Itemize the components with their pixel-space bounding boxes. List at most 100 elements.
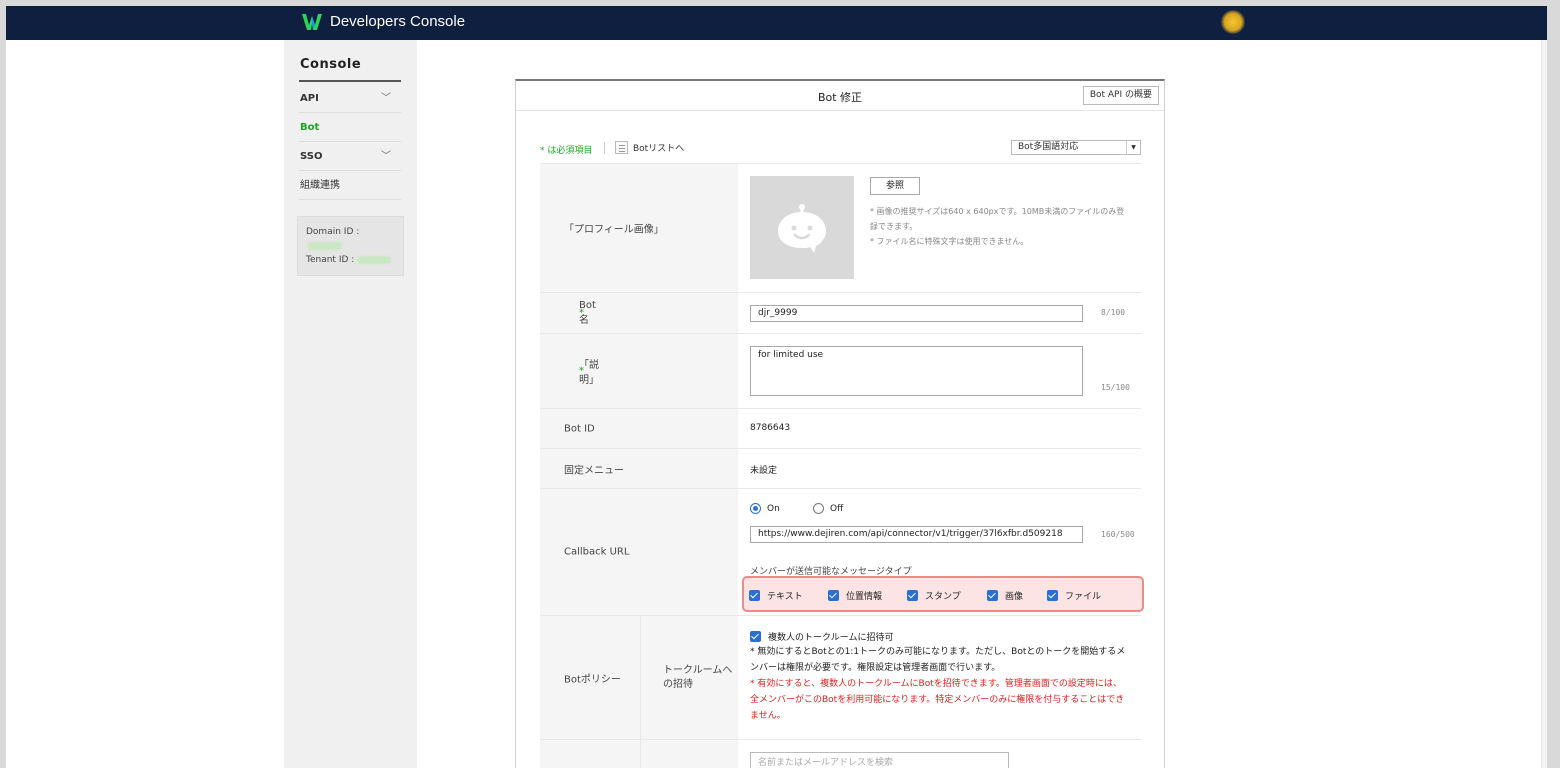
- profile-image-label-cell: 「プロフィール画像」: [540, 164, 738, 292]
- callback-url-input[interactable]: https://www.dejiren.com/api/connector/v1…: [750, 526, 1083, 543]
- sidebar-item-bot[interactable]: Bot: [299, 113, 401, 142]
- tenant-id-value-redacted: [357, 255, 392, 264]
- sidebar: Console API ﹀ Bot SSO ﹀ 組織連携 Domain ID :…: [284, 40, 417, 768]
- multi-room-invite-checkbox[interactable]: 複数人のトークルームに招待可: [750, 630, 893, 643]
- chevron-down-icon: ﹀: [381, 151, 391, 162]
- type-image-checkbox[interactable]: 画像: [987, 589, 1023, 602]
- callback-off-label: Off: [830, 503, 844, 514]
- profile-image-note-size: * 画像の推奨サイズは640 x 640pxです。10MB未満のファイルのみ登録…: [870, 207, 1125, 231]
- type-label: ファイル: [1065, 592, 1102, 602]
- panel-header: Bot 修正 Bot API の概要: [516, 81, 1164, 111]
- sidebar-item-label: 組織連携: [300, 180, 340, 191]
- bot-name-label-cell: * Bot名: [540, 293, 738, 333]
- user-avatar[interactable]: [1221, 10, 1245, 34]
- top-bar: Developers Console: [6, 6, 1547, 40]
- description-label: 「説明」: [579, 360, 599, 386]
- description-label-cell: * 「説明」: [540, 334, 738, 408]
- tenant-id-label: Tenant ID :: [306, 255, 355, 265]
- invite-label-cell: トークルームへの招待: [640, 616, 738, 739]
- bot-id-row: Bot ID 8786643: [540, 409, 1141, 449]
- domain-id-value-redacted: [308, 241, 342, 250]
- description-counter: 15/100: [1101, 383, 1130, 392]
- member-label-cell: [540, 740, 640, 768]
- bot-policy-label-cell: Botポリシー: [540, 616, 640, 739]
- invite-label: トークルームへの招待: [663, 664, 733, 690]
- browse-button[interactable]: 参照: [870, 177, 920, 195]
- tenant-info-box: Domain ID : Tenant ID :: [297, 216, 404, 276]
- bot-api-overview-button[interactable]: Bot API の概要: [1082, 86, 1159, 105]
- profile-image-label: 「プロフィール画像」: [564, 224, 664, 236]
- type-file-checkbox[interactable]: ファイル: [1047, 589, 1101, 602]
- message-type-highlight: テキスト 位置情報 スタンプ 画像 ファイル: [742, 576, 1144, 612]
- callback-on-label: On: [767, 503, 780, 514]
- profile-image-note: * 画像の推奨サイズは640 x 640pxです。10MB未満のファイルのみ登録…: [870, 204, 1132, 249]
- multi-room-invite-label: 複数人のトークルームに招待可: [768, 633, 894, 643]
- profile-image-preview: [750, 176, 854, 279]
- type-label: スタンプ: [925, 592, 961, 602]
- checkbox-checked-icon: [828, 590, 839, 601]
- sidebar-item-label: SSO: [300, 151, 323, 162]
- checkbox-checked-icon: [987, 590, 998, 601]
- callback-url-counter: 160/500: [1101, 530, 1135, 539]
- checkbox-checked-icon: [749, 590, 760, 601]
- type-label: 画像: [1005, 592, 1024, 602]
- sidebar-item-sso[interactable]: SSO ﹀: [299, 142, 401, 171]
- policy-warning: * 有効にすると、複数人のトークルームにBotを招待できます。管理者画面での設定…: [750, 679, 1125, 721]
- fixed-menu-row: 固定メニュー 未設定: [540, 449, 1141, 489]
- sidebar-item-api[interactable]: API ﹀: [299, 84, 401, 113]
- app-title: Developers Console: [330, 13, 466, 30]
- bot-list-link-label: Botリストへ: [633, 144, 685, 154]
- bot-face-icon: [778, 204, 826, 253]
- member-sublabel-cell: [640, 740, 738, 768]
- radio-empty-icon: [813, 503, 824, 514]
- callback-url-label-cell: Callback URL: [540, 489, 738, 615]
- required-note: * は必須項目: [540, 146, 593, 156]
- callback-off-radio[interactable]: Off: [813, 503, 843, 514]
- type-sticker-checkbox[interactable]: スタンプ: [907, 589, 961, 602]
- bot-id-value: 8786643: [750, 423, 791, 433]
- type-text-checkbox[interactable]: テキスト: [749, 589, 803, 602]
- checkbox-checked-icon: [1047, 590, 1058, 601]
- member-search-row: 名前またはメールアドレスを検索: [540, 740, 1141, 768]
- bot-policy-row: Botポリシー トークルームへの招待 複数人のトークルームに招待可 * 無効にす…: [540, 616, 1141, 740]
- chevron-down-icon: ﹀: [381, 93, 391, 104]
- type-label: 位置情報: [846, 592, 883, 602]
- sidebar-item-org-link[interactable]: 組織連携: [299, 171, 401, 200]
- sidebar-item-label: Bot: [300, 122, 320, 133]
- caret-down-icon: ▼: [1126, 141, 1140, 154]
- callback-url-row: Callback URL On Off https://www.dejiren.…: [540, 489, 1144, 616]
- scrollbar[interactable]: [1541, 40, 1547, 768]
- policy-note: * 無効にするとBotとの1:1トークのみ可能になります。ただし、Botとのトー…: [750, 647, 1126, 673]
- bot-name-row: * Bot名 djr_9999 8/100: [540, 293, 1141, 334]
- works-logo-icon[interactable]: [301, 12, 323, 32]
- divider: [604, 142, 605, 154]
- member-search-input[interactable]: 名前またはメールアドレスを検索: [750, 752, 1009, 768]
- callback-url-label: Callback URL: [564, 546, 630, 558]
- profile-image-note-filename: * ファイル名に特殊文字は使用できません。: [870, 237, 1029, 246]
- page-title: Bot 修正: [817, 91, 863, 104]
- bot-id-label-cell: Bot ID: [540, 409, 738, 448]
- sidebar-item-label: API: [300, 93, 319, 104]
- sidebar-title: Console: [300, 57, 362, 72]
- checkbox-checked-icon: [750, 631, 761, 642]
- description-row: * 「説明」 for limited use 15/100: [540, 334, 1141, 409]
- bot-id-label: Bot ID: [564, 423, 595, 434]
- profile-image-row: 「プロフィール画像」 参照 * 画像の推奨サイズは640 x 640pxです。1…: [540, 163, 1141, 293]
- bot-name-input[interactable]: djr_9999: [750, 305, 1083, 322]
- bot-name-label: Bot名: [579, 300, 596, 326]
- list-icon: [615, 141, 628, 154]
- bot-edit-panel: Bot 修正 Bot API の概要 * は必須項目 Botリストへ Bot多国…: [515, 79, 1165, 768]
- type-location-checkbox[interactable]: 位置情報: [828, 589, 882, 602]
- fixed-menu-label-cell: 固定メニュー: [540, 449, 738, 488]
- language-select-value: Bot多国語対応: [1018, 142, 1079, 152]
- radio-selected-icon: [750, 503, 761, 514]
- bot-policy-label: Botポリシー: [564, 674, 621, 685]
- browser-frame: Developers Console Console API ﹀ Bot SSO…: [6, 6, 1547, 768]
- bot-list-link[interactable]: Botリストへ: [615, 141, 684, 154]
- language-select[interactable]: Bot多国語対応 ▼: [1011, 140, 1141, 155]
- bot-name-counter: 8/100: [1101, 308, 1126, 317]
- description-textarea[interactable]: for limited use: [750, 346, 1083, 396]
- fixed-menu-value: 未設定: [750, 466, 778, 476]
- callback-on-radio[interactable]: On: [750, 503, 780, 514]
- checkbox-checked-icon: [907, 590, 918, 601]
